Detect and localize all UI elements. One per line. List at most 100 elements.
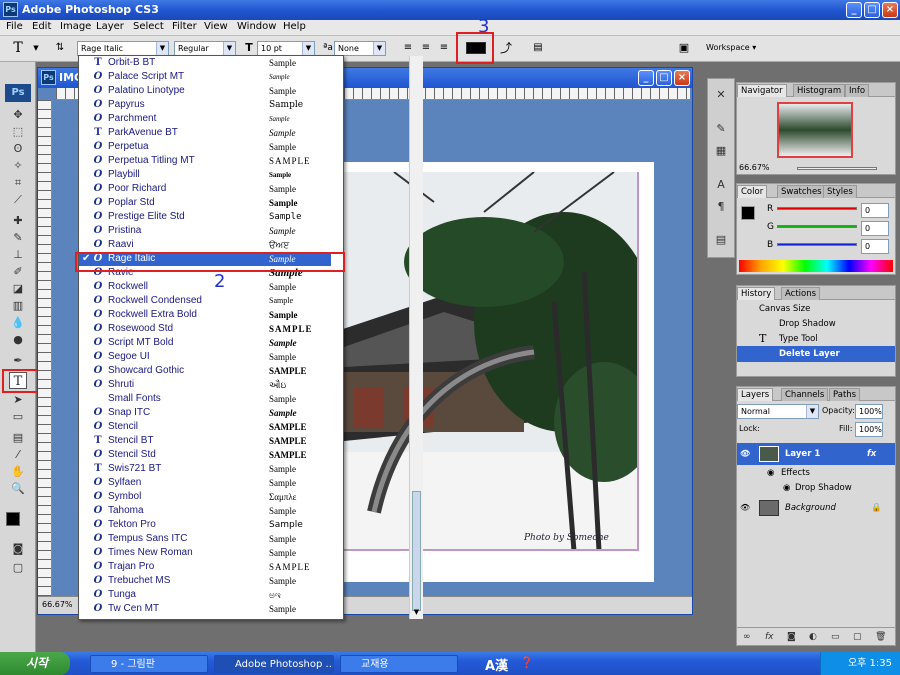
font-item[interactable]: O Rockwell Condensed Sample bbox=[79, 294, 331, 308]
quick-mask-icon[interactable]: ◙ bbox=[9, 540, 27, 557]
scroll-down-icon[interactable]: ▼ bbox=[412, 608, 421, 617]
font-item[interactable]: T Stencil BT SAMPLE bbox=[79, 434, 331, 448]
clone-stamp-tool-icon[interactable]: ⊥ bbox=[9, 246, 27, 263]
lasso-tool-icon[interactable]: ʘ bbox=[9, 140, 27, 157]
task-paint[interactable]: 9 - 그림판 bbox=[90, 655, 208, 673]
history-item[interactable]: Drop Shadow bbox=[737, 316, 895, 332]
align-right-icon[interactable]: ≡ bbox=[436, 40, 452, 56]
task-folder[interactable]: 교재용 bbox=[340, 655, 458, 673]
align-center-icon[interactable]: ≡ bbox=[418, 40, 434, 56]
font-item[interactable]: T Orbit-B BT Sample bbox=[79, 56, 331, 70]
font-item[interactable]: O Symbol Σαμπλε bbox=[79, 490, 331, 504]
font-item[interactable]: O Palatino Linotype Sample bbox=[79, 84, 331, 98]
doc-maximize-button[interactable]: □ bbox=[656, 70, 672, 86]
font-item[interactable]: T Swis721 BT Sample bbox=[79, 462, 331, 476]
font-item[interactable]: O Parchment Sample bbox=[79, 112, 331, 126]
menu-window[interactable]: Window bbox=[235, 21, 278, 32]
doc-close-button[interactable]: × bbox=[674, 70, 690, 86]
orientation-toggle-icon[interactable]: ⇅ bbox=[52, 40, 68, 56]
layer-row-layer1[interactable]: 👁 Layer 1 fx bbox=[737, 443, 895, 465]
green-slider[interactable] bbox=[777, 225, 857, 228]
navigator-zoom-slider[interactable] bbox=[797, 167, 877, 170]
font-item[interactable]: O Snap ITC Sample bbox=[79, 406, 331, 420]
antialias-select[interactable]: None ▼ bbox=[334, 41, 386, 56]
tab-info[interactable]: Info bbox=[845, 84, 870, 97]
font-item[interactable]: O Times New Roman Sample bbox=[79, 546, 331, 560]
layer-style-icon[interactable]: fx bbox=[765, 628, 774, 646]
color-foreground-swatch[interactable] bbox=[741, 206, 755, 220]
font-item[interactable]: O Palace Script MT Sample bbox=[79, 70, 331, 84]
tab-history[interactable]: History bbox=[737, 287, 776, 300]
tool-presets-icon[interactable]: ✕ bbox=[712, 87, 730, 103]
delete-layer-icon[interactable]: 🗑 bbox=[875, 628, 886, 646]
navigator-zoom[interactable]: 66.67% bbox=[739, 163, 770, 172]
tab-navigator[interactable]: Navigator bbox=[737, 84, 787, 97]
font-item[interactable]: O Rosewood Std SAMPLE bbox=[79, 322, 331, 336]
photoshop-logo-icon[interactable]: Ps bbox=[5, 84, 31, 102]
tab-styles[interactable]: Styles bbox=[823, 185, 857, 198]
tab-actions[interactable]: Actions bbox=[781, 287, 821, 300]
font-item[interactable]: O Poplar Std Sample bbox=[79, 196, 331, 210]
tab-layers[interactable]: Layers bbox=[737, 388, 774, 401]
workspace-menu[interactable]: Workspace ▾ bbox=[706, 43, 756, 52]
move-tool-icon[interactable]: ✥ bbox=[9, 106, 27, 123]
font-size-select[interactable]: 10 pt ▼ bbox=[257, 41, 315, 56]
gradient-tool-icon[interactable]: ▥ bbox=[9, 297, 27, 314]
eraser-tool-icon[interactable]: ◪ bbox=[9, 280, 27, 297]
menu-file[interactable]: File bbox=[4, 21, 25, 32]
font-item[interactable]: O Sylfaen Sample bbox=[79, 476, 331, 490]
layer-effect-dropshadow-row[interactable]: ◉ Drop Shadow bbox=[737, 480, 895, 496]
adjustment-layer-icon[interactable]: ◐ bbox=[809, 628, 817, 646]
font-item[interactable]: O Tunga ಅಇ bbox=[79, 588, 331, 602]
font-family-dropdown-list[interactable]: T Orbit-B BT Sample O Palace Script MT Sample… bbox=[78, 55, 423, 620]
history-item[interactable]: Canvas Size bbox=[737, 301, 895, 317]
layer-comps-icon[interactable]: ▤ bbox=[712, 232, 730, 248]
clone-source-icon[interactable]: ▦ bbox=[712, 143, 730, 159]
dodge-tool-icon[interactable]: ● bbox=[9, 331, 27, 348]
green-value[interactable]: 0 bbox=[861, 221, 889, 236]
help-icon[interactable]: ❓ bbox=[520, 656, 534, 669]
history-item[interactable]: T Type Tool bbox=[737, 331, 895, 347]
history-item-selected[interactable]: Delete Layer bbox=[737, 346, 895, 362]
menu-view[interactable]: View bbox=[202, 21, 230, 32]
navigator-thumbnail[interactable] bbox=[777, 102, 853, 158]
menu-edit[interactable]: Edit bbox=[30, 21, 53, 32]
font-style-select[interactable]: Regular ▼ bbox=[174, 41, 236, 56]
crop-tool-icon[interactable]: ⌗ bbox=[9, 174, 27, 191]
align-left-icon[interactable]: ≡ bbox=[400, 40, 416, 56]
font-item[interactable]: O Trajan Pro SAMPLE bbox=[79, 560, 331, 574]
menu-image[interactable]: Image bbox=[58, 21, 93, 32]
close-button[interactable]: × bbox=[882, 2, 898, 18]
font-item[interactable]: O Rockwell Extra Bold Sample bbox=[79, 308, 331, 322]
brush-tool-icon[interactable]: ✎ bbox=[9, 229, 27, 246]
tab-paths[interactable]: Paths bbox=[829, 388, 861, 401]
rectangle-tool-icon[interactable]: ▭ bbox=[9, 408, 27, 425]
path-selection-tool-icon[interactable]: ➤ bbox=[9, 391, 27, 408]
red-value[interactable]: 0 bbox=[861, 203, 889, 218]
tab-swatches[interactable]: Swatches bbox=[777, 185, 826, 198]
slice-tool-icon[interactable]: ⟋ bbox=[9, 191, 27, 208]
brushes-icon[interactable]: ✎ bbox=[712, 121, 730, 137]
paragraph-icon[interactable]: ¶ bbox=[712, 199, 730, 215]
menu-help[interactable]: Help bbox=[281, 21, 308, 32]
font-item[interactable]: O Playbill Sample bbox=[79, 168, 331, 182]
font-item[interactable]: O Rockwell Sample bbox=[79, 280, 331, 294]
font-list-scroll-thumb[interactable] bbox=[412, 491, 421, 611]
layer-effects-row[interactable]: ◉ Effects bbox=[737, 465, 895, 481]
warp-text-icon[interactable]: ⤴ bbox=[498, 40, 514, 56]
font-item[interactable]: O Perpetua Titling MT SAMPLE bbox=[79, 154, 331, 168]
font-item[interactable]: O Stencil Std SAMPLE bbox=[79, 448, 331, 462]
chevron-down-icon[interactable]: ▼ bbox=[28, 40, 44, 56]
fill-field[interactable]: 100% bbox=[855, 422, 883, 437]
blue-value[interactable]: 0 bbox=[861, 239, 889, 254]
font-item[interactable]: O Tahoma Sample bbox=[79, 504, 331, 518]
font-item[interactable]: O Script MT Bold Sample bbox=[79, 336, 331, 350]
font-item[interactable]: O Raavi ੳਅੲ bbox=[79, 238, 331, 252]
font-item[interactable]: O Poor Richard Sample bbox=[79, 182, 331, 196]
layer-row-background[interactable]: 👁 Background 🔒 bbox=[737, 497, 895, 519]
font-item[interactable]: O Trebuchet MS Sample bbox=[79, 574, 331, 588]
magic-wand-tool-icon[interactable]: ✧ bbox=[9, 157, 27, 174]
layer-mask-icon[interactable]: ◙ bbox=[787, 628, 796, 646]
tab-color[interactable]: Color bbox=[737, 185, 768, 198]
font-item[interactable]: O Tw Cen MT Sample bbox=[79, 602, 331, 616]
